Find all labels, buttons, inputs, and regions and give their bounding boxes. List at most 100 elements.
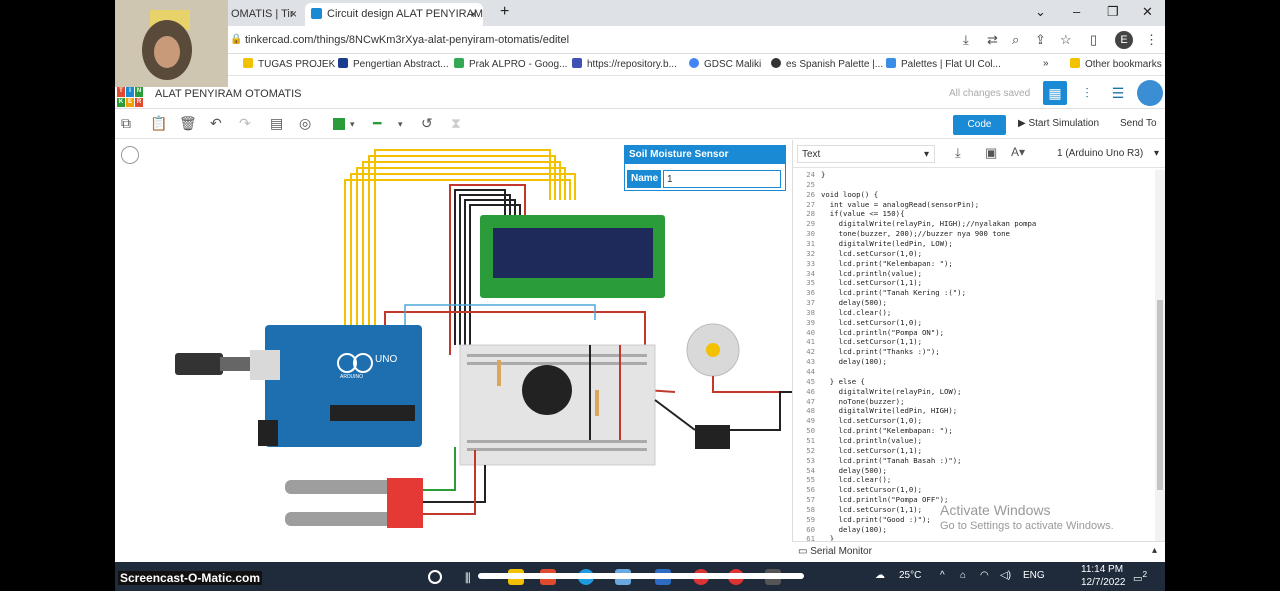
undo-icon[interactable]: ↶ [210,115,222,132]
notification-count: 2 [1142,569,1148,579]
code-editor[interactable]: 24} 25 26 void loop() {27 int value = analo… [793,170,1155,558]
schematic-view-button[interactable]: ⫶ [1075,81,1099,105]
sidebar-icon[interactable]: ▯ [1090,32,1097,48]
bookmark-label: Pengertian Abstract... [353,59,449,70]
simulation-label: Start Simulation [1028,118,1100,129]
clock-date[interactable]: 12/7/2022 [1081,577,1126,588]
code-line: delay(500); [821,298,887,308]
chevron-up-icon[interactable]: ^ [940,570,945,581]
arduino-board [265,325,422,447]
annotation-icon[interactable]: ◎ [299,115,311,132]
browser-tab[interactable]: OMATIS | Tir × [223,3,303,26]
bookmark-item[interactable]: https://repository.b... [572,58,677,70]
send-to-label: Send To [1120,118,1157,129]
code-line: lcd.setCursor(1,1); [821,337,923,347]
copy-icon[interactable]: ⧉ [121,115,131,132]
soil-sensor-module [387,478,423,528]
code-line: delay(100); [821,524,887,534]
bookmark-item[interactable]: GDSC Maliki [689,58,761,70]
menu-kebab-icon[interactable]: ⋮ [1145,32,1158,48]
share-icon[interactable]: ⇪ [1035,32,1046,48]
volume-icon[interactable]: ◁) [1000,570,1011,581]
line-number: 46 [806,386,815,396]
more-bookmarks-icon[interactable]: » [1043,58,1049,69]
code-panel: Text ▾ ⤓ ▣ A▾ 1 (Arduino Uno R3) ▾ 24} 25… [792,140,1165,560]
tab-label: OMATIS | Tir [231,8,294,20]
chevron-up-icon[interactable]: ▴ [1152,545,1157,556]
search-icon[interactable] [428,570,442,584]
board-select[interactable]: 1 (Arduino Uno R3) ▾ [1053,145,1161,163]
weather-icon[interactable]: ☁ [875,570,885,581]
site-icon [689,58,699,68]
scrollbar[interactable] [1155,170,1165,560]
bookmark-item[interactable]: Prak ALPRO - Goog... [454,58,567,70]
temperature: 25°C [899,570,922,581]
red-wire [712,376,792,393]
name-input[interactable]: 1 [663,170,781,188]
scrollbar-thumb[interactable] [1157,300,1163,490]
download-icon[interactable]: ⤓ [955,145,961,161]
bookmark-star-icon[interactable]: ☆ [1060,32,1072,48]
install-icon[interactable]: ⤓ [963,32,969,48]
zoom-fit-icon[interactable] [121,146,139,164]
code-line: lcd.print("Tanah Kering :("); [821,288,966,298]
code-line: lcd.setCursor(1,0); [821,317,923,327]
network-icon[interactable]: ⌂ [960,570,966,581]
close-icon[interactable]: × [470,7,477,21]
other-bookmarks[interactable]: Other bookmarks [1070,58,1162,70]
bookmark-item[interactable]: TUGAS PROJEK [243,58,335,70]
serial-monitor-bar[interactable]: ▭ Serial Monitor ▴ [792,541,1165,561]
delete-icon[interactable]: 🗑 [179,115,197,132]
bookmark-item[interactable]: es Spanish Palette |... [771,58,883,70]
browser-tab-active[interactable]: Circuit design ALAT PENYIRAM O × [305,3,483,26]
buzzer [522,365,572,415]
upload-library-icon[interactable]: ▣ [985,145,997,161]
code-line: lcd.println("Pompa OFF"); [821,495,949,505]
component-list-button[interactable]: ☰ [1106,81,1130,105]
circuit-canvas[interactable]: UNO ARDUINO Soil Moisture Sensor Name 1 [115,140,792,562]
code-mode-select[interactable]: Text ▾ [797,145,935,163]
bookmark-item[interactable]: Pengertian Abstract... [338,58,449,70]
close-icon[interactable]: × [290,7,297,21]
address-bar: 🔒 tinkercad.com/things/8NCwKm3rXya-alat-… [115,26,1165,54]
line-number: 25 [806,179,815,189]
flip-icon[interactable]: ⧗ [451,115,461,132]
window-close-icon[interactable]: ✕ [1142,4,1153,20]
new-tab-icon[interactable]: + [500,3,509,21]
notification-icon[interactable]: ▭2 [1133,569,1147,584]
minimize-icon[interactable]: – [1073,4,1080,19]
translate-icon[interactable]: ⇄ [987,32,998,48]
chevron-down-icon[interactable]: ▾ [398,119,403,130]
project-title[interactable]: ALAT PENYIRAM OTOMATIS [155,88,302,100]
code-button[interactable]: Code [953,115,1006,135]
zoom-icon[interactable]: ⌕ [1012,32,1019,48]
tab-search-icon[interactable]: ⌄ [1035,4,1046,20]
wire-style-icon[interactable]: ━ [373,115,381,132]
line-number: 45 [806,376,815,386]
line-number: 49 [806,416,815,426]
chevron-down-icon[interactable]: ▾ [350,119,355,130]
send-to-button[interactable]: Send To [1120,118,1157,129]
clock-time[interactable]: 11:14 PM [1081,564,1123,575]
paste-icon[interactable]: 📋 [150,115,167,132]
line-number: 57 [806,495,815,505]
profile-avatar[interactable]: E [1115,31,1133,49]
start-simulation-button[interactable]: ▶ Start Simulation [1018,118,1099,129]
tinkercad-logo[interactable]: TIN KER [117,87,143,107]
language-indicator[interactable]: ENG [1023,570,1045,581]
wifi-icon[interactable]: ◠ [980,570,989,581]
line-number: 24 [806,170,815,179]
rotate-icon[interactable]: ↺ [421,115,433,132]
line-number: 40 [806,327,815,337]
circuit-view-button[interactable]: ▦ [1043,81,1067,105]
color-swatch-icon[interactable] [333,118,345,130]
url-field[interactable]: tinkercad.com/things/8NCwKm3rXya-alat-pe… [245,34,569,46]
bookmark-item[interactable]: Palettes | Flat UI Col... [886,58,1001,70]
maximize-icon[interactable]: ❐ [1107,4,1119,20]
line-number: 33 [806,258,815,268]
user-avatar[interactable] [1137,80,1163,106]
code-line: lcd.print("Thanks :)"); [821,347,940,357]
redo-icon[interactable]: ↷ [239,115,251,132]
font-size-icon[interactable]: A▾ [1011,145,1025,159]
notes-icon[interactable]: ▤ [270,115,283,132]
